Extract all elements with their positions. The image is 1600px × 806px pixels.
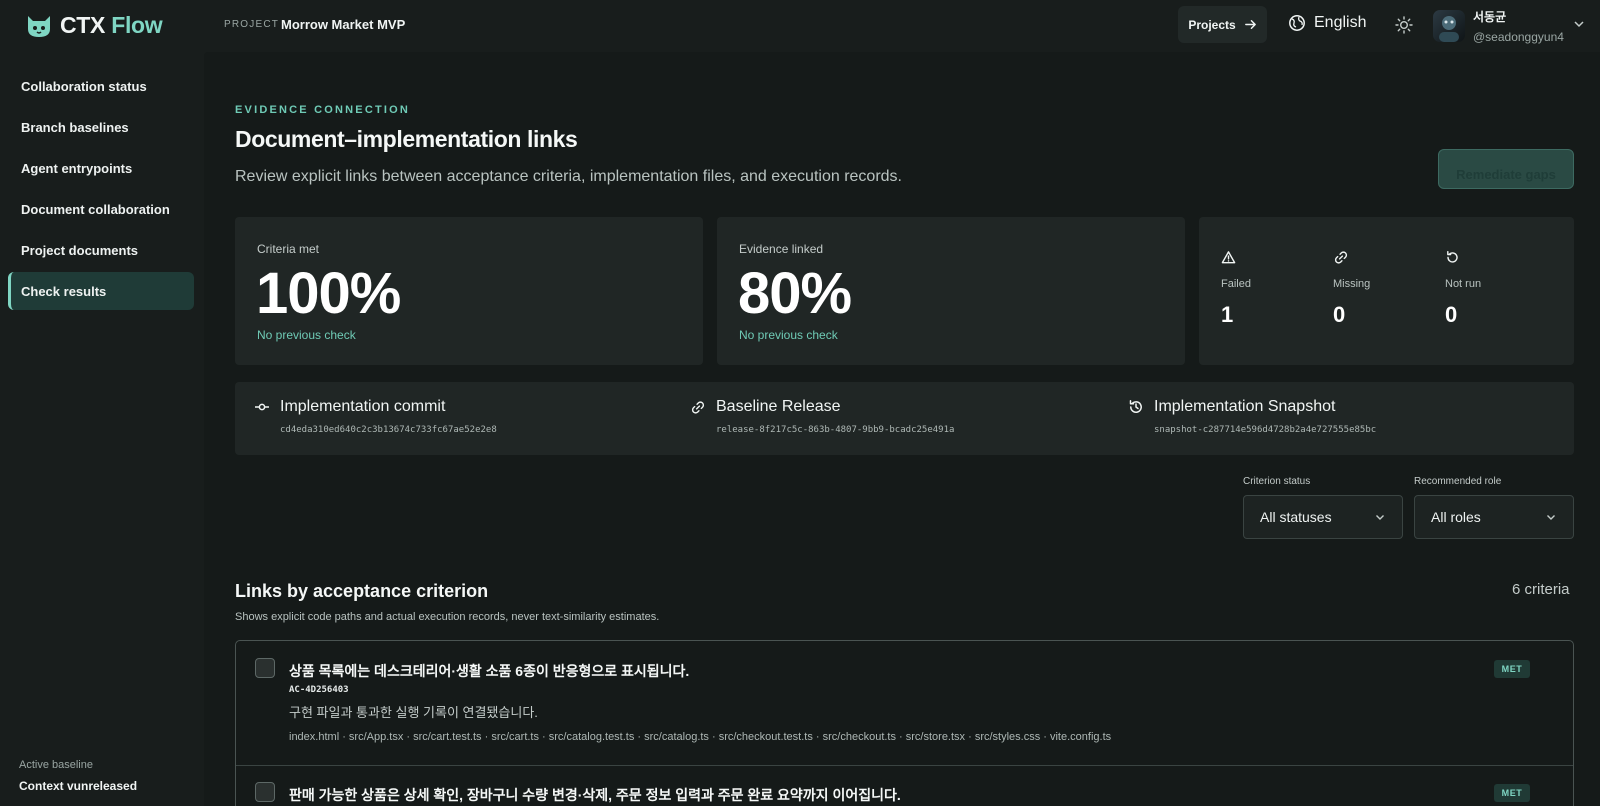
criterion-status-value: All statuses [1260, 509, 1332, 525]
chevron-down-icon [1547, 515, 1555, 520]
list-item[interactable]: 상품 목록에는 데스크테리어·생활 소품 6종이 반응형으로 표시됩니다. AC… [236, 641, 1573, 765]
status-badge: MET [1494, 660, 1530, 678]
sidebar-item-collaboration-status[interactable]: Collaboration status [8, 67, 194, 105]
criterion-title: 상품 목록에는 데스크테리어·생활 소품 6종이 반응형으로 표시됩니다. [289, 663, 690, 679]
list-item[interactable]: 판매 가능한 상품은 상세 확인, 장바구니 수량 변경·삭제, 주문 정보 입… [236, 765, 1573, 806]
recommended-role-select[interactable]: All roles [1414, 495, 1574, 539]
evidence-linked-value: 80% [738, 261, 852, 326]
criterion-id: AC-4D256403 [289, 685, 349, 695]
commit-icon [255, 403, 269, 411]
warning-icon [1221, 251, 1236, 264]
baseline-release-label: Baseline Release [716, 398, 841, 415]
failed-label: Failed [1221, 278, 1251, 290]
criteria-met-label: Criteria met [257, 242, 320, 256]
active-baseline-value[interactable]: Context vunreleased [19, 779, 137, 793]
evidence-linked-label: Evidence linked [739, 242, 824, 256]
criteria-list: 상품 목록에는 데스크테리어·생활 소품 6종이 반응형으로 표시됩니다. AC… [235, 640, 1574, 806]
sidebar: Collaboration status Branch baselines Ag… [0, 52, 204, 806]
implementation-snapshot-id: snapshot-c287714e596d4728b2a4e727555e85b… [1154, 425, 1377, 435]
sun-icon[interactable] [1394, 15, 1414, 35]
criterion-checkbox[interactable] [255, 658, 275, 678]
failed-stat: Failed 1 [1221, 250, 1251, 328]
language-label: English [1314, 14, 1367, 31]
failed-value: 1 [1221, 302, 1234, 327]
remediate-gaps-button[interactable]: Remediate gaps [1438, 149, 1574, 189]
implementation-commit: Implementation commit cd4eda310ed640c2c3… [254, 398, 497, 435]
app-logo[interactable]: CTX Flow [24, 10, 163, 40]
criteria-met-value: 100% [256, 261, 401, 326]
cat-logo-icon [28, 16, 50, 37]
evidence-linked-card: Evidence linked 80% No previous check [717, 217, 1185, 365]
criterion-checkbox[interactable] [255, 782, 275, 802]
criteria-met-note: No previous check [257, 328, 356, 342]
implementation-commit-hash: cd4eda310ed640c2c3b13674c733fc67ae52e2e8 [280, 425, 497, 435]
app-title: CTX Flow [60, 11, 163, 38]
missing-stat: Missing 0 [1333, 250, 1370, 328]
implementation-snapshot-label: Implementation Snapshot [1154, 398, 1336, 415]
user-menu[interactable]: 서동균 @seadonggyun4 [1433, 8, 1584, 44]
evidence-linked-note: No previous check [739, 328, 838, 342]
criteria-count: 6 criteria [1512, 581, 1570, 598]
recommended-role-value: All roles [1431, 509, 1481, 525]
sidebar-item-agent-entrypoints[interactable]: Agent entrypoints [8, 149, 194, 187]
not-run-stat: Not run 0 [1445, 250, 1481, 328]
status-badge: MET [1494, 784, 1530, 802]
app-header: CTX Flow PROJECT Morrow Market MVP Proje… [0, 0, 1600, 52]
reference-card: Implementation commit cd4eda310ed640c2c3… [235, 382, 1574, 455]
active-baseline-label: Active baseline [19, 759, 93, 771]
project-label: PROJECT [224, 19, 280, 30]
chevron-down-icon [1574, 21, 1584, 28]
arrow-right-icon [1244, 20, 1256, 29]
user-name: 서동균 [1473, 10, 1507, 24]
page-subtitle: Review explicit links between acceptance… [235, 168, 902, 185]
check-counts-card: Failed 1 Missing 0 Not run 0 [1199, 217, 1574, 365]
projects-button[interactable]: Projects [1178, 6, 1267, 43]
baseline-release: Baseline Release release-8f217c5c-863b-4… [690, 398, 954, 435]
sidebar-item-check-results[interactable]: Check results [8, 272, 194, 310]
projects-button-label: Projects [1188, 17, 1236, 32]
criterion-status-select[interactable]: All statuses [1243, 495, 1403, 539]
criterion-title: 판매 가능한 상품은 상세 확인, 장바구니 수량 변경·삭제, 주문 정보 입… [289, 787, 901, 803]
criterion-status-label: Criterion status [1243, 476, 1311, 487]
section-description: Shows explicit code paths and actual exe… [235, 611, 660, 623]
rotate-icon [1447, 250, 1458, 263]
not-run-label: Not run [1445, 278, 1482, 290]
criteria-met-card: Criteria met 100% No previous check [235, 217, 703, 365]
sidebar-item-document-collaboration[interactable]: Document collaboration [8, 190, 194, 228]
page-eyebrow: EVIDENCE CONNECTION [235, 104, 411, 116]
user-handle: @seadonggyun4 [1473, 30, 1564, 44]
main-content: EVIDENCE CONNECTION Document–implementat… [204, 52, 1600, 806]
globe-icon [1289, 15, 1305, 31]
criterion-files: index.html · src/App.tsx · src/cart.test… [289, 731, 1112, 743]
implementation-snapshot: Implementation Snapshot snapshot-c287714… [1128, 398, 1376, 435]
page-title: Document–implementation links [235, 126, 578, 152]
baseline-release-id: release-8f217c5c-863b-4807-9bb9-bcadc25e… [716, 425, 955, 435]
recommended-role-label: Recommended role [1414, 476, 1502, 487]
sidebar-item-project-documents[interactable]: Project documents [8, 231, 194, 269]
chevron-down-icon [1376, 515, 1384, 520]
avatar [1433, 10, 1465, 42]
implementation-commit-label: Implementation commit [280, 398, 446, 415]
missing-label: Missing [1333, 278, 1371, 290]
link-icon [1334, 251, 1348, 264]
project-name: Morrow Market MVP [281, 17, 406, 32]
section-title: Links by acceptance criterion [235, 581, 489, 601]
sidebar-item-branch-baselines[interactable]: Branch baselines [8, 108, 194, 146]
language-selector[interactable]: English [1288, 14, 1366, 32]
link-icon [691, 400, 705, 414]
history-icon [1129, 400, 1142, 413]
not-run-value: 0 [1445, 302, 1458, 327]
missing-value: 0 [1333, 302, 1346, 327]
criterion-description: 구현 파일과 통과한 실행 기록이 연결됐습니다. [289, 705, 538, 720]
